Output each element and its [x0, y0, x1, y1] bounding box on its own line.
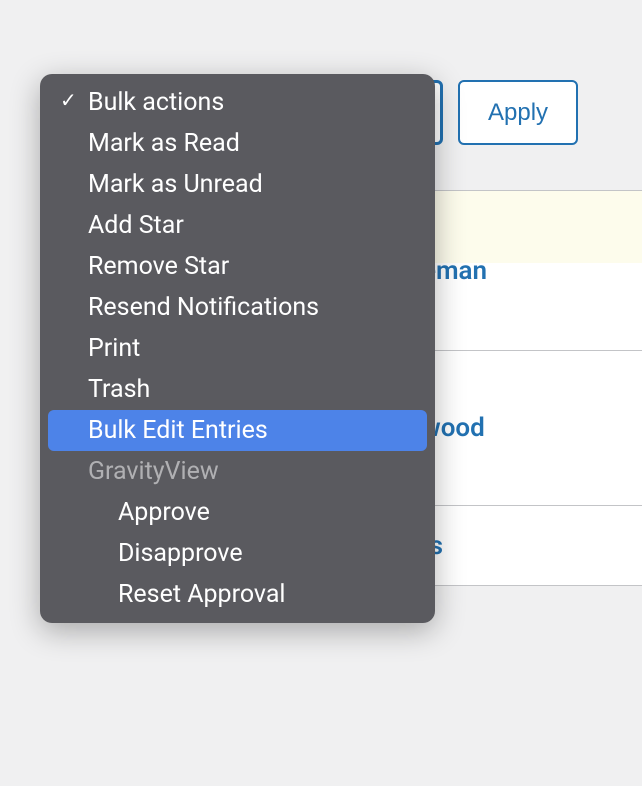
dropdown-item-add-star[interactable]: Add Star — [48, 205, 427, 246]
dropdown-item-mark-read[interactable]: Mark as Read — [48, 123, 427, 164]
dropdown-item-print[interactable]: Print — [48, 328, 427, 369]
dropdown-item-bulk-edit-entries[interactable]: Bulk Edit Entries — [48, 410, 427, 451]
dropdown-item-reset-approval[interactable]: Reset Approval — [48, 574, 427, 615]
dropdown-item-mark-unread[interactable]: Mark as Unread — [48, 164, 427, 205]
dropdown-item-resend-notifications[interactable]: Resend Notifications — [48, 287, 427, 328]
dropdown-item-disapprove[interactable]: Disapprove — [48, 533, 427, 574]
dropdown-item-approve[interactable]: Approve — [48, 492, 427, 533]
dropdown-item-remove-star[interactable]: Remove Star — [48, 246, 427, 287]
dropdown-group-gravityview: GravityView — [48, 451, 427, 492]
bulk-actions-dropdown: Bulk actions Mark as Read Mark as Unread… — [40, 74, 435, 623]
dropdown-item-trash[interactable]: Trash — [48, 369, 427, 410]
apply-button[interactable]: Apply — [458, 80, 578, 145]
dropdown-item-bulk-actions[interactable]: Bulk actions — [48, 82, 427, 123]
